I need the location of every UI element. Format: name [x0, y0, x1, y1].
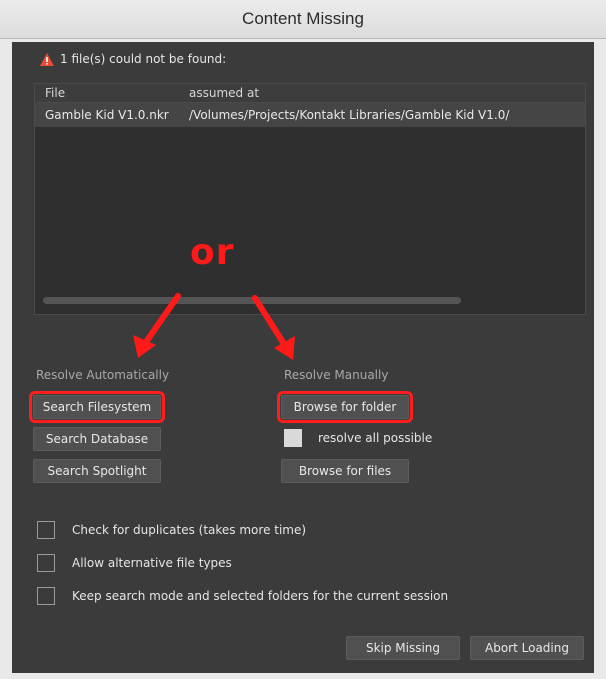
resolve-all-possible-label: resolve all possible: [318, 431, 433, 445]
check-duplicates-label: Check for duplicates (takes more time): [72, 523, 307, 537]
allow-alternative-checkbox[interactable]: [37, 554, 55, 572]
resolve-automatically-label: Resolve Automatically: [36, 368, 170, 382]
or-annotation: or: [190, 232, 235, 273]
missing-files-list[interactable]: File assumed at Gamble Kid V1.0.nkr /Vol…: [34, 83, 586, 315]
file-path-cell: /Volumes/Projects/Kontakt Libraries/Gamb…: [189, 108, 510, 122]
file-name-cell: Gamble Kid V1.0.nkr: [45, 108, 169, 122]
search-filesystem-button[interactable]: Search Filesystem: [29, 391, 165, 423]
warning-triangle-icon: [40, 52, 54, 66]
keep-search-mode-label: Keep search mode and selected folders fo…: [72, 589, 449, 603]
horizontal-scrollbar[interactable]: [43, 297, 461, 304]
search-database-button[interactable]: Search Database: [33, 427, 161, 451]
keep-search-mode-checkbox[interactable]: [37, 587, 55, 605]
window-title: Content Missing: [0, 0, 606, 39]
warning-row: 1 file(s) could not be found:: [40, 52, 226, 66]
search-spotlight-button[interactable]: Search Spotlight: [33, 459, 161, 483]
table-row[interactable]: Gamble Kid V1.0.nkr /Volumes/Projects/Ko…: [35, 103, 585, 127]
content-missing-dialog: Content Missing 1 file(s) could not be f…: [0, 0, 606, 679]
allow-alternative-label: Allow alternative file types: [72, 556, 232, 570]
list-header: File assumed at: [35, 84, 585, 103]
resolve-manually-label: Resolve Manually: [284, 368, 389, 382]
browse-for-folder-button[interactable]: Browse for folder: [277, 391, 413, 423]
resolve-all-possible-checkbox[interactable]: [284, 429, 302, 447]
column-header-assumed-at[interactable]: assumed at: [177, 86, 585, 100]
column-header-file[interactable]: File: [35, 86, 177, 100]
warning-text: 1 file(s) could not be found:: [60, 52, 227, 66]
check-duplicates-checkbox[interactable]: [37, 521, 55, 539]
browse-for-files-button[interactable]: Browse for files: [281, 459, 409, 483]
skip-missing-button[interactable]: Skip Missing: [346, 636, 460, 660]
abort-loading-button[interactable]: Abort Loading: [470, 636, 584, 660]
